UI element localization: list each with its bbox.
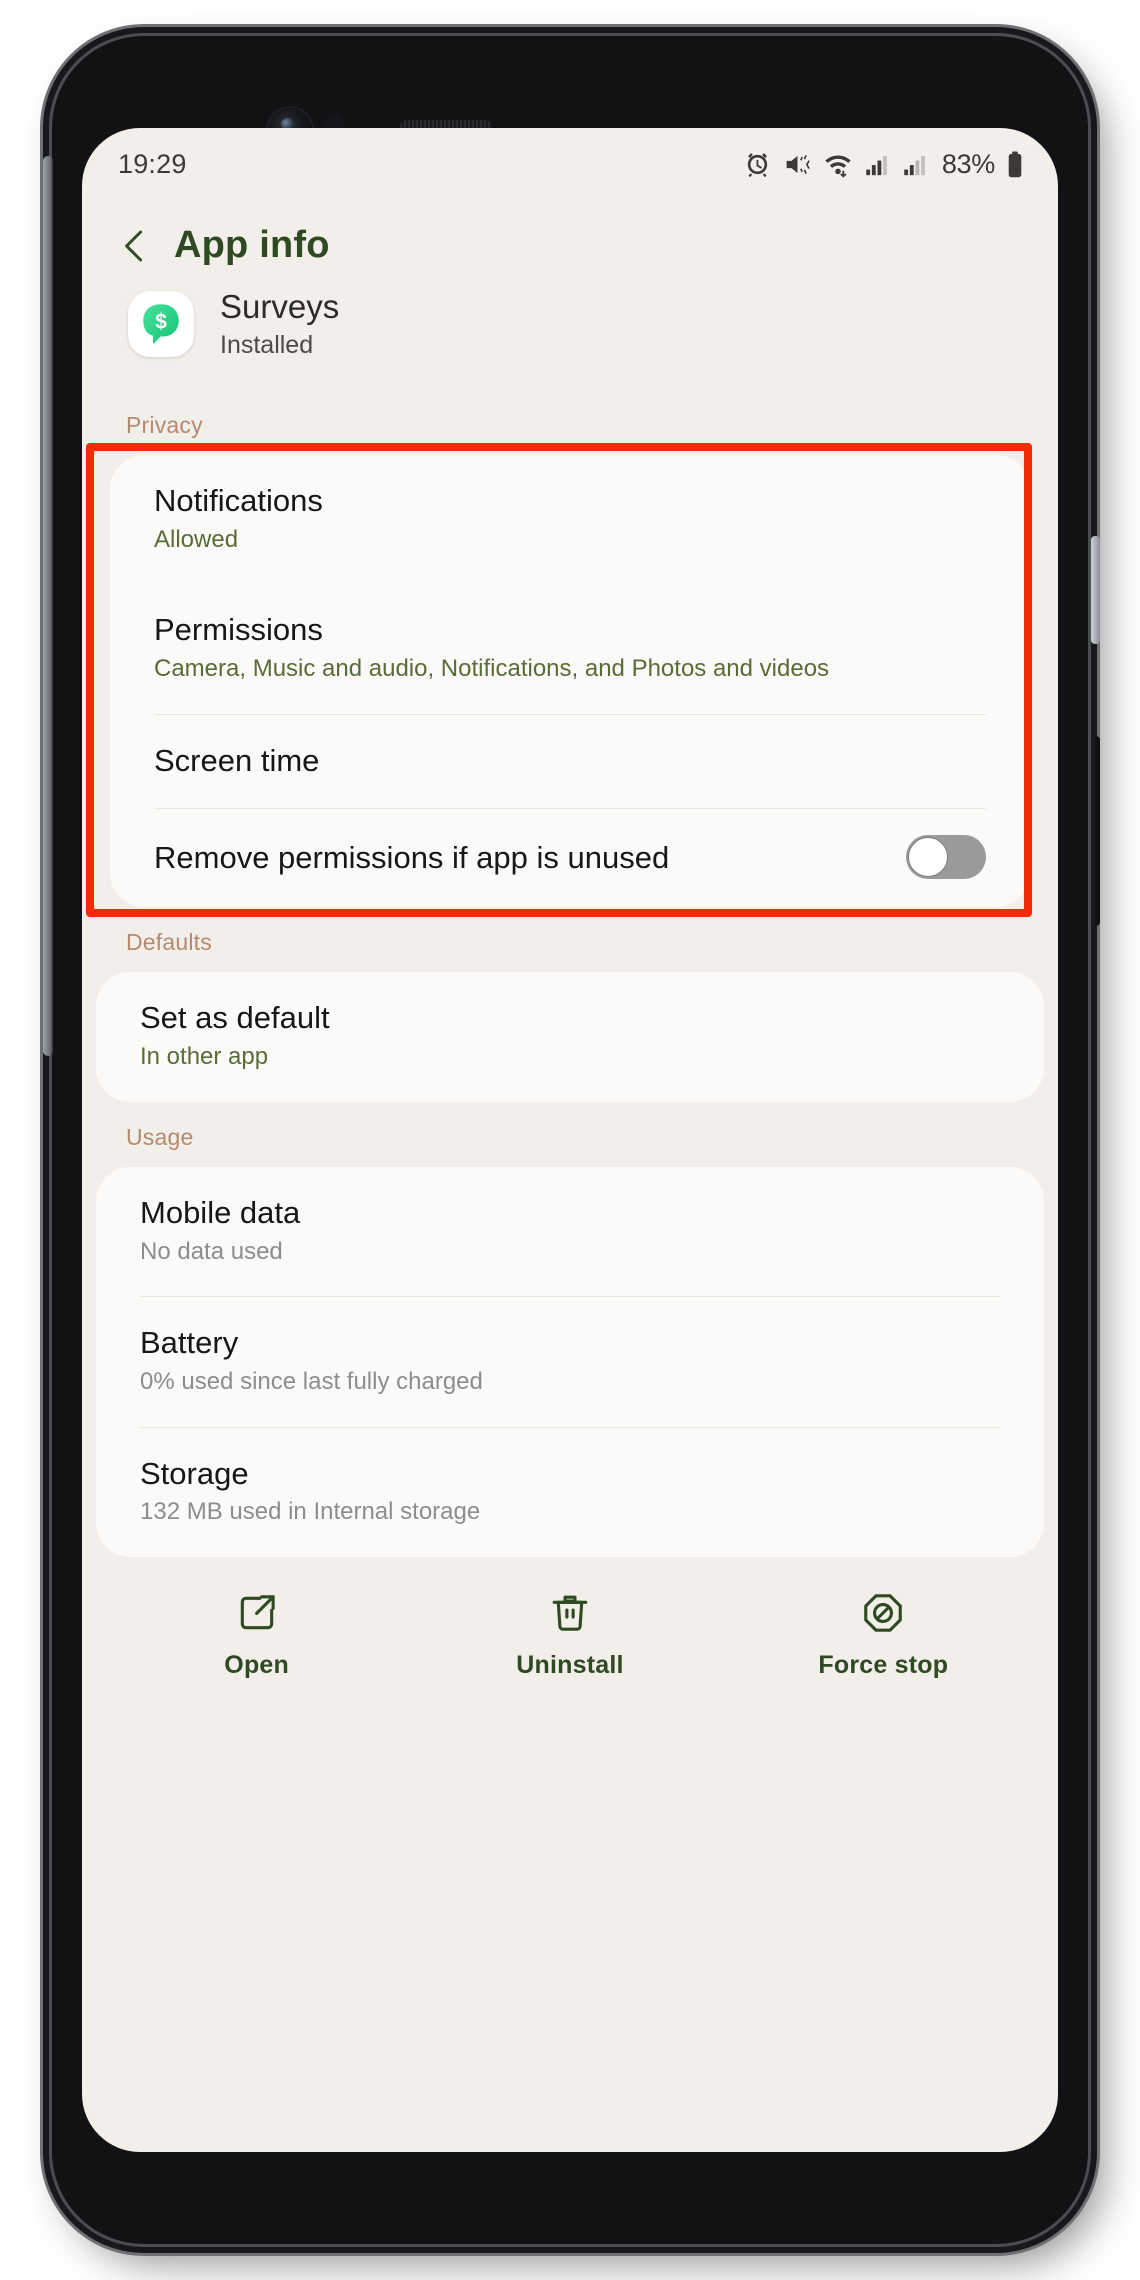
row-storage[interactable]: Storage 132 MB used in Internal storage [96, 1428, 1044, 1557]
row-title: Storage [140, 1455, 249, 1491]
phone-screen: 19:29 83% App info $ Surveys Installed P… [82, 128, 1058, 2152]
back-chevron-icon[interactable] [118, 225, 152, 267]
row-subtitle: 0% used since last fully charged [140, 1367, 483, 1395]
row-subtitle: 132 MB used in Internal storage [140, 1498, 481, 1526]
status-clock: 19:29 [118, 148, 187, 179]
bottom-action-label: Uninstall [516, 1651, 624, 1680]
alarm-icon [743, 150, 772, 179]
row-subtitle: No data used [140, 1237, 283, 1265]
row-title: Set as default [140, 1000, 330, 1036]
row-remove-permissions[interactable]: Remove permissions if app is unused [110, 809, 1030, 907]
section-label-usage: Usage [126, 1123, 194, 1150]
defaults-card: Set as default In other app [96, 972, 1044, 1102]
row-title: Mobile data [140, 1194, 301, 1230]
app-text-block: Surveys Installed [220, 288, 340, 360]
row-title: Permissions [154, 612, 323, 648]
volume-button[interactable] [1091, 536, 1100, 644]
remove-permissions-toggle[interactable] [906, 835, 986, 880]
surveys-app-icon: $ [128, 291, 194, 358]
bottom-action-label: Open [224, 1651, 289, 1680]
app-summary-row[interactable]: $ Surveys Installed [82, 275, 1058, 390]
toggle-knob [908, 837, 948, 878]
row-set-as-default[interactable]: Set as default In other app [96, 972, 1044, 1101]
row-subtitle: Allowed [154, 525, 239, 553]
trash-icon [548, 1591, 592, 1635]
row-subtitle: In other app [140, 1043, 269, 1071]
row-title: Remove permissions if app is unused [154, 839, 670, 875]
wifi-icon [823, 150, 853, 179]
row-title: Notifications [154, 482, 323, 518]
phone-device: 19:29 83% App info $ Surveys Installed P… [43, 36, 1100, 2244]
usage-card: Mobile data No data used Battery 0% used… [96, 1166, 1044, 1558]
app-name: Surveys [220, 288, 340, 325]
row-mobile-data[interactable]: Mobile data No data used [96, 1167, 1044, 1296]
bottom-action-label: Force stop [818, 1651, 949, 1680]
row-permissions[interactable]: Permissions Camera, Music and audio, Not… [110, 584, 1030, 713]
mute-vibrate-icon [783, 150, 812, 179]
page-title: App info [174, 224, 330, 266]
page-header: App info [82, 200, 1058, 275]
privacy-card-wrap: Notifications Allowed Permissions Camera… [86, 442, 1044, 918]
bottom-action-uninstall[interactable]: Uninstall [415, 1591, 725, 1680]
bottom-action-force-stop[interactable]: Force stop [728, 1591, 1038, 1680]
power-button[interactable] [1091, 736, 1100, 926]
row-subtitle: Camera, Music and audio, Notifications, … [154, 655, 830, 683]
app-install-status: Installed [220, 330, 314, 359]
bottom-action-open[interactable]: Open [102, 1591, 412, 1680]
row-battery[interactable]: Battery 0% used since last fully charged [96, 1297, 1044, 1426]
battery-icon [1006, 150, 1024, 179]
svg-text:$: $ [155, 311, 167, 334]
row-title: Screen time [154, 742, 320, 778]
row-notifications[interactable]: Notifications Allowed [110, 455, 1030, 584]
privacy-card: Notifications Allowed Permissions Camera… [110, 454, 1030, 908]
signal-sim1-icon [864, 151, 891, 178]
bottom-action-bar: Open Uninstall Force stop [82, 1557, 1058, 1680]
status-icon-group: 83% [743, 149, 1024, 180]
screenshot-root: 19:29 83% App info $ Surveys Installed P… [0, 0, 1140, 2280]
force-stop-icon [861, 1591, 905, 1635]
row-title: Battery [140, 1325, 239, 1361]
status-bar: 19:29 83% [82, 128, 1058, 200]
row-screen-time[interactable]: Screen time [110, 715, 1030, 809]
signal-sim2-icon [902, 151, 929, 178]
section-label-defaults: Defaults [126, 929, 212, 956]
open-external-icon [235, 1591, 279, 1635]
section-label-privacy: Privacy [126, 411, 203, 438]
battery-percent-label: 83% [941, 148, 995, 179]
